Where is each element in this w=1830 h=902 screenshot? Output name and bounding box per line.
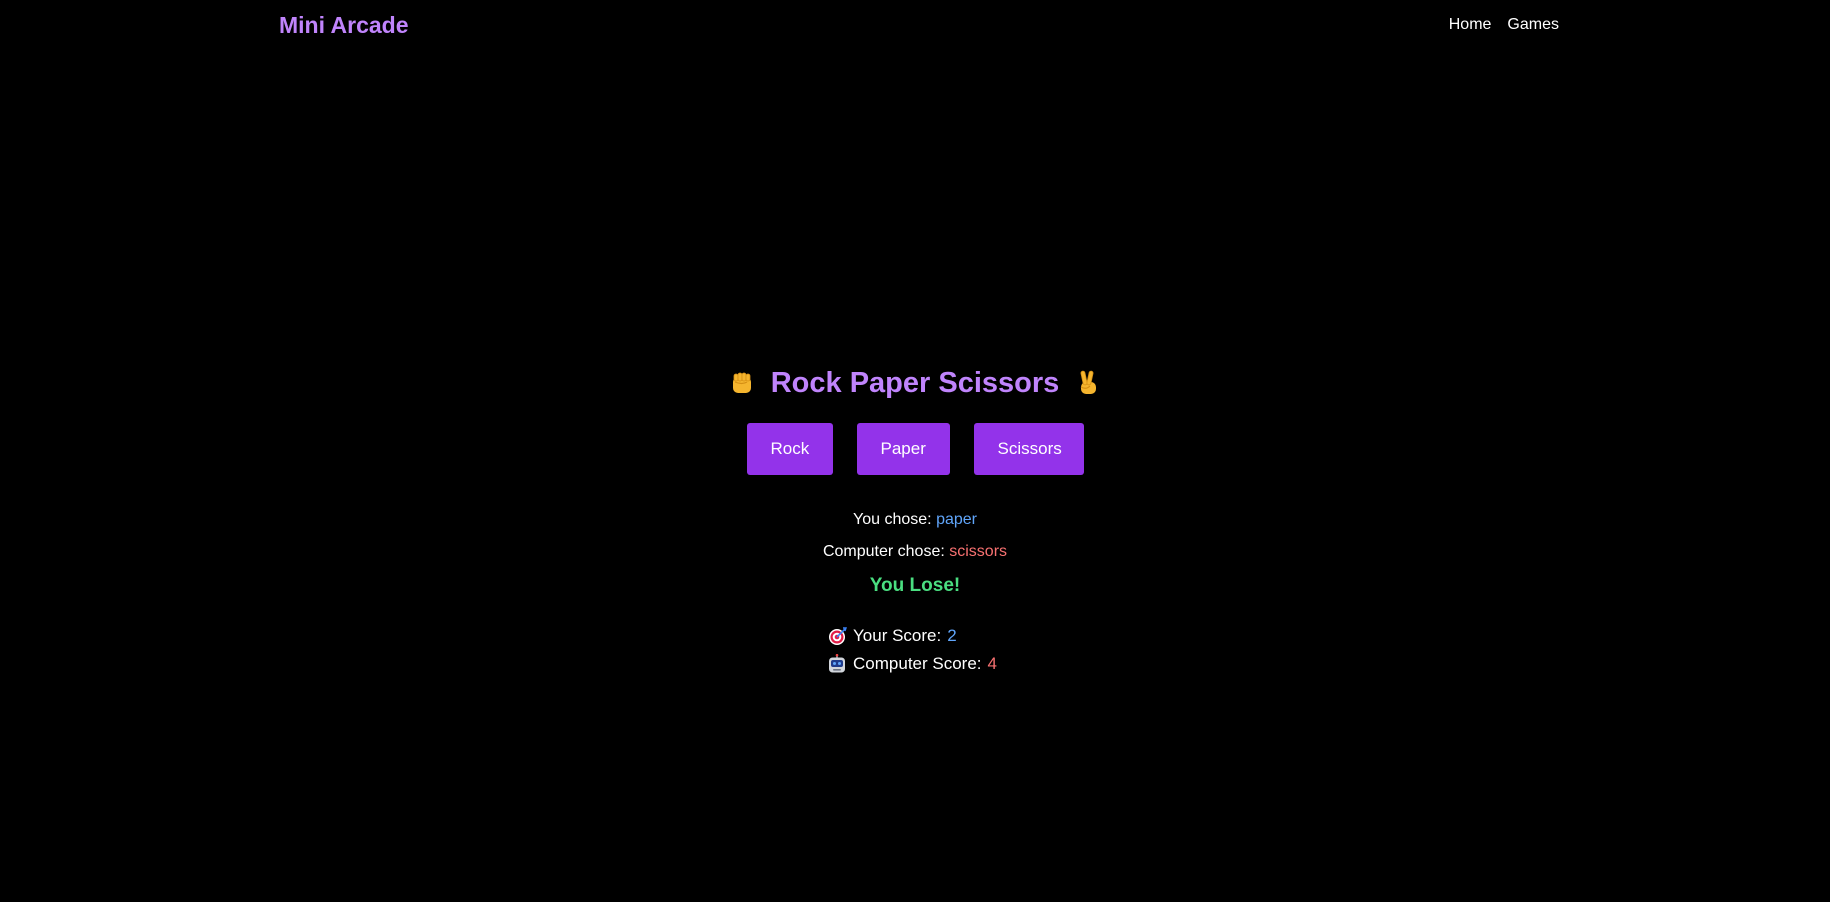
brand-logo[interactable]: Mini Arcade [279, 12, 409, 39]
scoreboard: Your Score: 2 Computer Score: 4 [827, 625, 997, 675]
you-chose-line: You chose: paper [853, 510, 977, 530]
nav-link-games[interactable]: Games [1507, 16, 1559, 34]
computer-score-label: Computer Score: [853, 654, 982, 673]
robot-icon [827, 653, 847, 674]
your-score-row: Your Score: 2 [827, 625, 997, 647]
game-title: Rock Paper Scissors [770, 366, 1060, 399]
game-container: Rock Paper Scissors Rock Paper Scissors … [0, 364, 1830, 675]
raised-fist-icon [727, 368, 757, 398]
computer-chose-value: scissors [949, 543, 1008, 560]
nav-links: Home Games [1449, 16, 1559, 34]
your-score-value: 2 [947, 626, 957, 645]
nav-link-home[interactable]: Home [1449, 16, 1492, 34]
game-title-heading: Rock Paper Scissors [727, 364, 1104, 402]
you-chose-label: You chose: [853, 511, 932, 528]
target-icon [827, 626, 847, 646]
outcome-message: You Lose! [869, 575, 961, 596]
computer-score-value: 4 [987, 654, 997, 673]
scissors-button[interactable]: Scissors [973, 423, 1084, 475]
you-chose-value: paper [936, 511, 977, 528]
your-score-label: Your Score: [853, 626, 942, 645]
computer-chose-label: Computer chose: [822, 543, 945, 560]
choice-buttons: Rock Paper Scissors [746, 423, 1084, 475]
computer-chose-line: Computer chose: scissors [823, 542, 1007, 562]
rock-button[interactable]: Rock [746, 423, 833, 475]
navbar: Mini Arcade Home Games [0, 0, 1830, 56]
computer-score-row: Computer Score: 4 [827, 653, 997, 675]
paper-button[interactable]: Paper [856, 423, 950, 475]
victory-hand-icon [1073, 368, 1103, 398]
